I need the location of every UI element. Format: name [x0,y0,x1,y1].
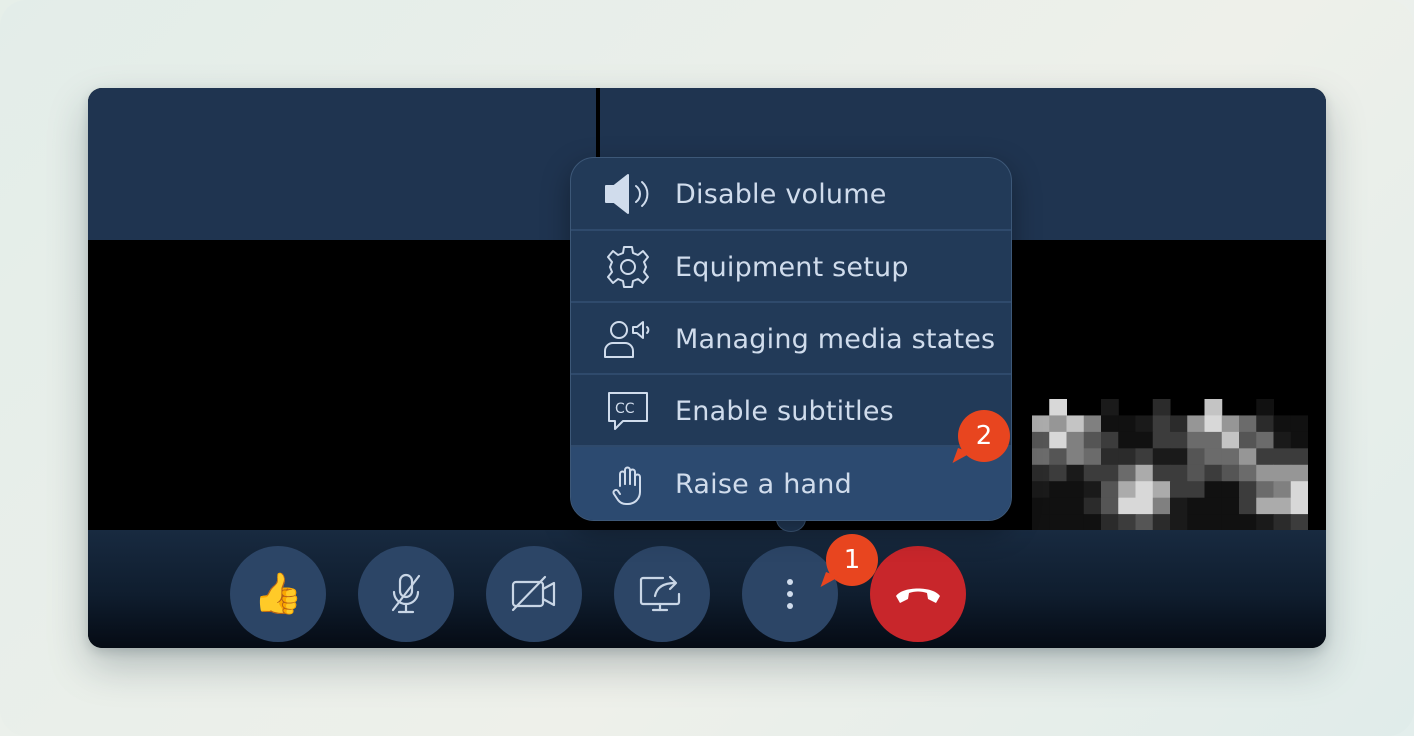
menu-item-disable-volume[interactable]: Disable volume [571,158,1011,230]
menu-item-label: Enable subtitles [675,395,894,427]
step-badge-1: 1 [826,534,878,586]
background-frame: 👍 Disable volume Equipment setup Managin… [0,0,1414,736]
menu-item-enable-subtitles[interactable]: CC Enable subtitles [571,373,1011,447]
more-vertical-icon [787,579,793,609]
menu-item-equipment-setup[interactable]: Equipment setup [571,229,1011,303]
microphone-muted-icon [391,573,421,614]
screen-share-button[interactable] [614,546,710,642]
camera-button[interactable] [486,546,582,642]
menu-item-raise-hand[interactable]: Raise a hand [571,445,1011,520]
cc-subtitles-icon: CC [608,392,648,430]
camera-off-icon [511,575,556,612]
gear-icon [607,246,649,288]
menu-item-label: Managing media states [675,323,996,355]
more-options-button[interactable] [742,546,838,642]
screen-share-icon [639,575,681,612]
phone-hangup-icon [896,588,940,603]
speaker-icon [605,174,649,214]
menu-item-label: Disable volume [675,178,887,210]
step-badge-2: 2 [958,410,1010,462]
svg-text:CC: CC [615,401,635,417]
menu-item-managing-media-states[interactable]: Managing media states [571,301,1011,375]
thumbs-up-icon: 👍 [253,571,303,617]
more-options-menu: Disable volume Equipment setup Managing … [570,157,1012,521]
microphone-button[interactable] [358,546,454,642]
hand-icon [612,466,641,505]
participant-media-icon [604,321,650,358]
reaction-button[interactable]: 👍 [230,546,326,642]
menu-item-label: Raise a hand [675,469,852,500]
participant-video-pixelated [1032,399,1308,547]
hang-up-button[interactable] [870,546,966,642]
menu-item-label: Equipment setup [675,251,909,283]
